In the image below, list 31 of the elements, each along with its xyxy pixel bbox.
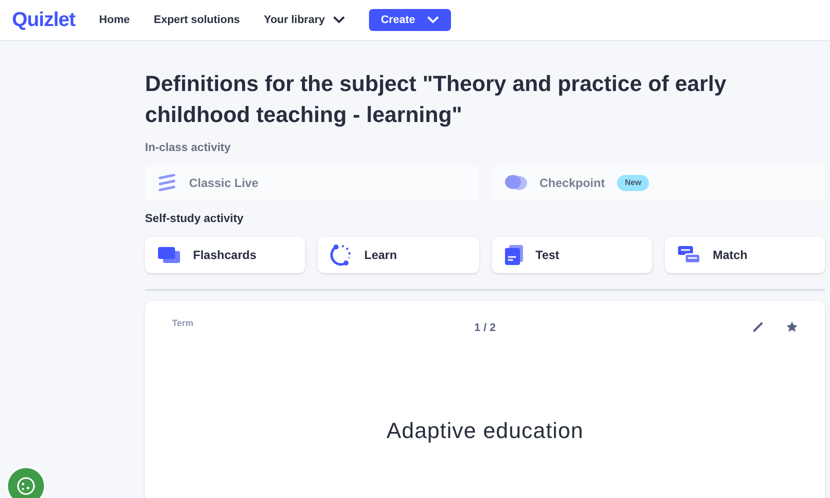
match-blocks-icon: [676, 244, 701, 264]
pencil-icon[interactable]: [752, 320, 764, 332]
nav-link[interactable]: Expert solutions: [154, 12, 240, 28]
activity-button[interactable]: Checkpoint New: [492, 165, 825, 202]
activity-button[interactable]: Learn: [318, 236, 478, 272]
new-badge: New: [616, 175, 650, 192]
card-counter: 1 / 2: [474, 320, 496, 336]
activity-button[interactable]: Match: [664, 236, 825, 272]
stripes-icon: [157, 174, 177, 192]
page-title: Definitions for the subject "Theory and practice of early childhood teaching - learning": [145, 70, 728, 129]
cookie-settings-button[interactable]: [6, 466, 46, 498]
chevron-down-icon: [332, 16, 345, 24]
flashcard[interactable]: Term 1 / 2 Adaptive education: [145, 300, 825, 498]
activity-button[interactable]: Flashcards: [145, 236, 306, 272]
section-heading: Self-study activity: [145, 212, 244, 228]
create-button[interactable]: Create: [368, 9, 452, 31]
cards-icon: [157, 246, 181, 264]
term-text: Adaptive education: [386, 417, 584, 445]
nav-link[interactable]: Home: [99, 12, 130, 28]
cookie-icon: [16, 476, 36, 496]
activity-button[interactable]: Test: [492, 236, 652, 272]
section-heading: In-class activity: [145, 141, 232, 156]
document-icon: [504, 244, 524, 266]
library-menu[interactable]: Your library: [264, 12, 345, 28]
chevron-down-icon: [427, 16, 440, 24]
activity-button[interactable]: Classic Live: [145, 165, 478, 202]
chat-bubbles-icon: [504, 174, 528, 192]
logo[interactable]: Quizlet: [12, 5, 76, 35]
card-side-label: Term: [172, 316, 194, 330]
circle-arrows-icon: [330, 244, 352, 266]
star-icon[interactable]: [786, 320, 798, 332]
